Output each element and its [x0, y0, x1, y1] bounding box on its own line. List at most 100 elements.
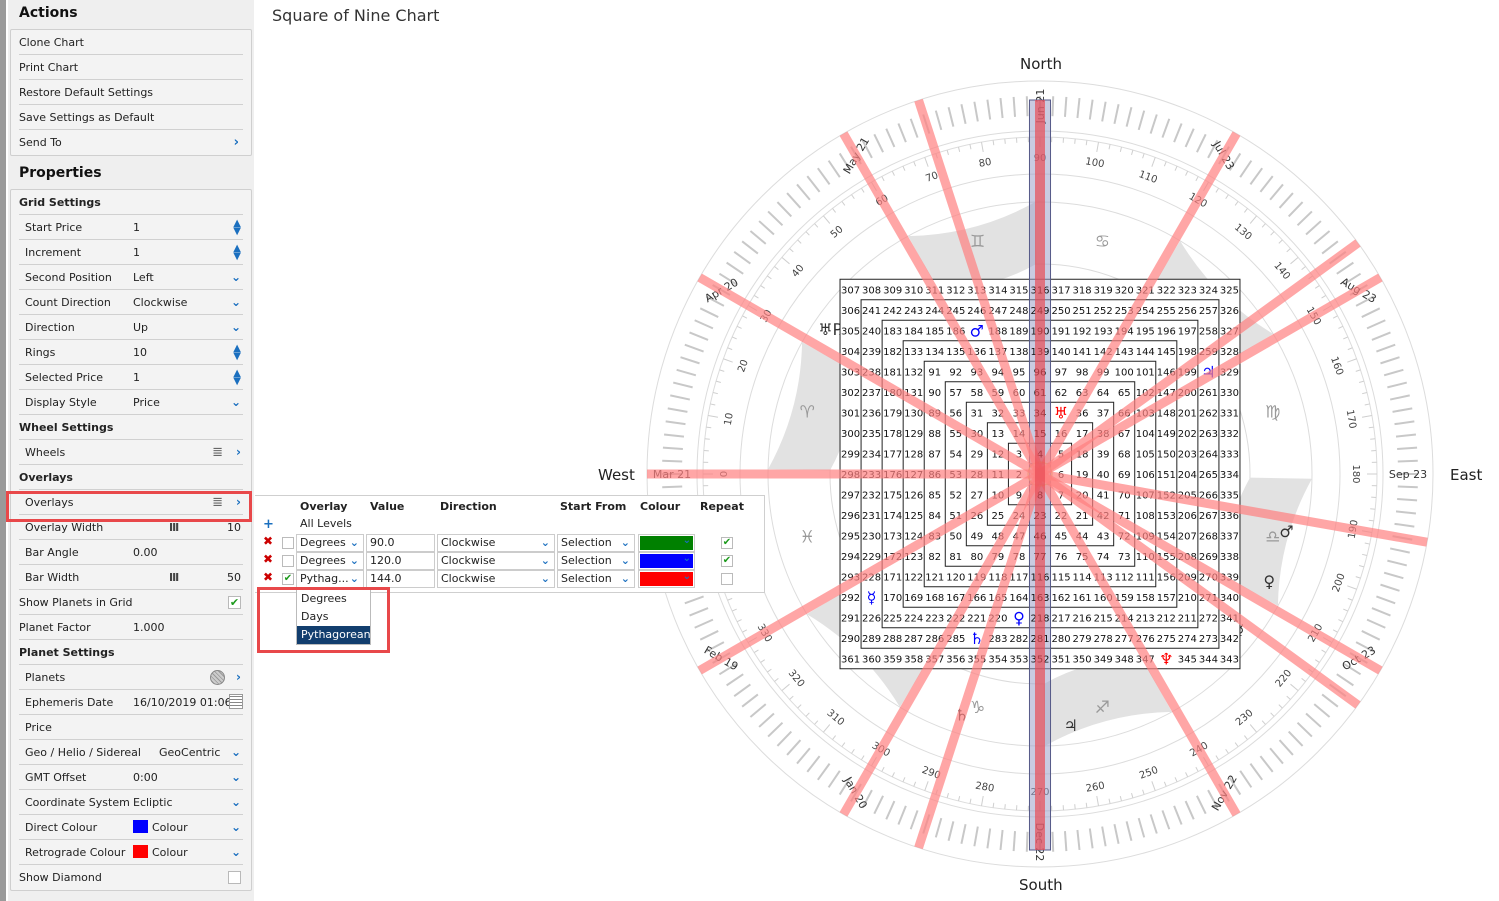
grid-setting-start-price[interactable]: Start Price 1 ▲ ▼ [19, 215, 243, 240]
chevron-right-icon[interactable]: › [236, 440, 241, 465]
overlay-colour-picker[interactable]: ⌄ [638, 534, 695, 552]
chevron-down-icon[interactable]: ⌄ [231, 790, 241, 815]
action-save-settings-as-default[interactable]: Save Settings as Default [19, 105, 243, 130]
overlay-type-select[interactable]: Degrees ⌄ [296, 534, 364, 552]
price-row[interactable]: Price [19, 715, 243, 740]
retro-colour-row[interactable]: Retrograde Colour Colour ⌄ [19, 840, 243, 865]
delete-overlay-icon[interactable]: ✖ [263, 570, 273, 584]
grid-cell-value: 331 [1220, 409, 1239, 420]
planets-row[interactable]: Planets › [19, 665, 243, 690]
action-clone-chart[interactable]: Clone Chart [19, 30, 243, 55]
overlay-start-select[interactable]: Selection ⌄ [557, 552, 635, 570]
delete-overlay-icon[interactable]: ✖ [263, 534, 273, 548]
overlay-direction-select[interactable]: Clockwise ⌄ [437, 552, 555, 570]
overlay-value-input[interactable]: 144.0 [366, 570, 435, 588]
overlay-type-select[interactable]: Pythag... ⌄ [296, 570, 364, 588]
grid-cell-value: 129 [904, 429, 923, 440]
setting-value[interactable]: 1 [133, 215, 140, 240]
setting-value[interactable]: 1 [133, 240, 140, 265]
action-send-to[interactable]: Send To › [19, 130, 243, 155]
bar-angle-row[interactable]: Bar Angle 0.00 [19, 540, 243, 565]
degree-label: 320 [786, 668, 807, 690]
coord-value[interactable]: Ecliptic [133, 790, 173, 815]
gmt-value[interactable]: 0:00 [133, 765, 158, 790]
grid-cell-value: 95 [1013, 368, 1026, 379]
grid-setting-rings[interactable]: Rings 10 ▲ ▼ [19, 340, 243, 365]
spinner-icon[interactable]: ▲ ▼ [233, 240, 241, 265]
setting-value[interactable]: Up [133, 315, 148, 340]
spinner-icon[interactable]: ▲ ▼ [233, 215, 241, 240]
chevron-right-icon[interactable]: › [236, 665, 241, 690]
square-of-nine-chart[interactable]: ♈♉♊♋♌♍♎♏♐♑♒♓0102030405060708090100110120… [560, 40, 1499, 901]
action-restore-default-settings[interactable]: Restore Default Settings [19, 80, 243, 105]
overlay-type-select[interactable]: Degrees ⌄ [296, 552, 364, 570]
overlay-colour-picker[interactable]: ⌄ [638, 552, 695, 570]
overlay-start-select[interactable]: Selection ⌄ [557, 570, 635, 588]
add-overlay-icon[interactable]: + [263, 517, 274, 532]
chevron-down-icon[interactable]: ⌄ [231, 265, 241, 290]
overlay-start-select[interactable]: Selection ⌄ [557, 534, 635, 552]
grid-setting-direction[interactable]: Direction Up ⌄ [19, 315, 243, 340]
degree-tick [805, 712, 810, 717]
chevron-down-icon[interactable]: ⌄ [231, 840, 241, 865]
setting-value[interactable]: Clockwise [133, 290, 187, 315]
overlay-value-input[interactable]: 90.0 [366, 534, 435, 552]
setting-value[interactable]: Left [133, 265, 154, 290]
calendar-icon[interactable] [229, 694, 243, 709]
direct-colour-row[interactable]: Direct Colour Colour ⌄ [19, 815, 243, 840]
chevron-down-icon[interactable]: ⌄ [231, 740, 241, 765]
planet-factor-value[interactable]: 1.000 [133, 615, 165, 640]
slider-icon[interactable]: III [169, 565, 179, 590]
chevron-down-icon[interactable]: ⌄ [231, 315, 241, 340]
globe-icon[interactable] [210, 670, 225, 685]
bar-angle-value[interactable]: 0.00 [133, 540, 158, 565]
delete-overlay-icon[interactable]: ✖ [263, 552, 273, 566]
spinner-icon[interactable]: ▲ ▼ [233, 340, 241, 365]
degree-tick [1278, 239, 1283, 244]
grid-setting-second-position[interactable]: Second Position Left ⌄ [19, 265, 243, 290]
grid-setting-display-style[interactable]: Display Style Price ⌄ [19, 390, 243, 415]
overlay-enabled-checkbox[interactable] [282, 537, 294, 549]
gmt-row[interactable]: GMT Offset 0:00 ⌄ [19, 765, 243, 790]
overlay-enabled-checkbox[interactable] [282, 555, 294, 567]
overlay-repeat-checkbox[interactable] [721, 573, 733, 585]
coord-row[interactable]: Coordinate System Ecliptic ⌄ [19, 790, 243, 815]
show-diamond-checkbox[interactable] [228, 871, 241, 884]
degree-tick [1244, 735, 1248, 740]
overlay-enabled-checkbox[interactable]: ✔ [282, 573, 294, 585]
direct-colour-value[interactable]: Colour [133, 815, 188, 840]
overlay-direction-select[interactable]: Clockwise ⌄ [437, 570, 555, 588]
retro-colour-value[interactable]: Colour [133, 840, 188, 865]
overlay-direction-select[interactable]: Clockwise ⌄ [437, 534, 555, 552]
grid-cell-value: 174 [883, 511, 902, 522]
grid-setting-count-direction[interactable]: Count Direction Clockwise ⌄ [19, 290, 243, 315]
action-print-chart[interactable]: Print Chart [19, 55, 243, 80]
chevron-down-icon[interactable]: ⌄ [231, 290, 241, 315]
chevron-down-icon[interactable]: ⌄ [231, 765, 241, 790]
show-planets-checkbox[interactable]: ✔ [228, 596, 241, 609]
overlay-repeat-checkbox[interactable]: ✔ [721, 537, 733, 549]
geo-value[interactable]: GeoCentric [159, 740, 220, 765]
spinner-icon[interactable]: ▲ ▼ [233, 365, 241, 390]
chevron-down-icon[interactable]: ⌄ [231, 390, 241, 415]
chevron-right-icon[interactable]: › [234, 130, 239, 155]
overlay-value-input[interactable]: 120.0 [366, 552, 435, 570]
setting-value[interactable]: 1 [133, 365, 140, 390]
list-icon[interactable]: ≣ [212, 440, 223, 465]
setting-value[interactable]: Price [133, 390, 160, 415]
grid-cell-value: 258 [1199, 327, 1218, 338]
setting-value[interactable]: 10 [133, 340, 147, 365]
bar-width-row[interactable]: Bar Width III 50 [19, 565, 243, 590]
degree-tick [1119, 796, 1123, 802]
grid-setting-increment[interactable]: Increment 1 ▲ ▼ [19, 240, 243, 265]
wheels-row[interactable]: Wheels ≣ › [19, 440, 243, 465]
overlay-colour-picker[interactable]: ⌄ [638, 570, 695, 588]
ephemeris-row[interactable]: Ephemeris Date 16/10/2019 01:06:4 [19, 690, 243, 715]
grid-setting-selected-price[interactable]: Selected Price 1 ▲ ▼ [19, 365, 243, 390]
degree-tick [1119, 146, 1123, 152]
geo-row[interactable]: Geo / Helio / Sidereal GeoCentric ⌄ [19, 740, 243, 765]
grid-cell-value: 151 [1157, 470, 1176, 481]
ephemeris-date-input[interactable]: 16/10/2019 01:06:4 [133, 690, 242, 715]
chevron-down-icon[interactable]: ⌄ [231, 815, 241, 840]
overlay-repeat-checkbox[interactable]: ✔ [721, 555, 733, 567]
